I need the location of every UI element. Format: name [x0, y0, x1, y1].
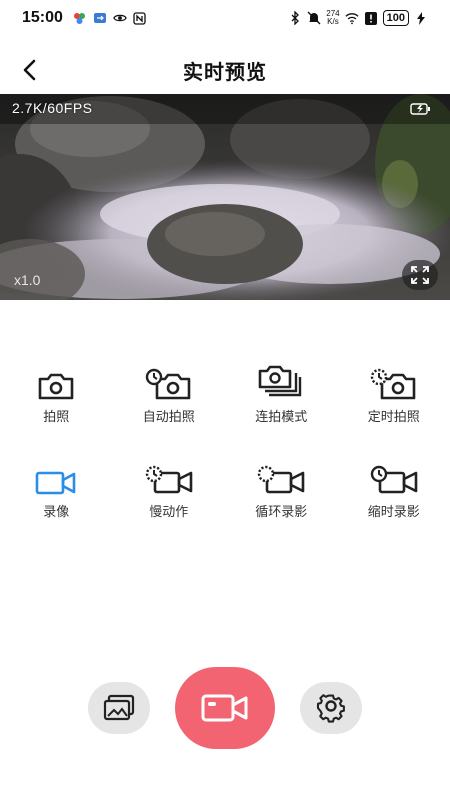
- mode-label: 录像: [43, 504, 70, 519]
- mode-timer-photo[interactable]: 定时拍照: [338, 360, 450, 425]
- video-camera-icon: [201, 694, 248, 722]
- status-time: 15:00: [22, 9, 63, 26]
- usb-icon: [93, 11, 107, 25]
- chevron-left-icon: [23, 59, 36, 81]
- camera-icon: [29, 360, 83, 400]
- fullscreen-button[interactable]: [402, 260, 438, 290]
- mode-auto-photo[interactable]: 自动拍照: [113, 360, 226, 425]
- burst-camera-icon: [254, 360, 308, 400]
- shooting-mode-grid: 拍照 自动拍照 连拍模式 定时拍照 录像 慢动作 循环录影 缩时录影: [0, 360, 450, 520]
- status-bar: 15:00 274 K/s 100: [0, 0, 450, 36]
- preview-frame-image: [0, 94, 450, 300]
- wifi-icon: [345, 11, 359, 25]
- resolution-fps-label: 2.7K/60FPS: [12, 100, 93, 116]
- record-button[interactable]: [175, 667, 275, 749]
- app-notification-icon: [73, 11, 87, 25]
- alert-icon: [364, 11, 378, 25]
- mode-timelapse[interactable]: 缩时录影: [338, 455, 450, 520]
- mode-photo[interactable]: 拍照: [0, 360, 113, 425]
- charging-bolt-icon: [414, 11, 428, 25]
- gallery-button[interactable]: [88, 682, 150, 734]
- mode-label: 拍照: [43, 409, 70, 424]
- timer-camera-icon: [367, 360, 421, 400]
- mode-label: 定时拍照: [367, 409, 420, 424]
- timelapse-video-icon: [367, 455, 421, 495]
- mode-slow-motion[interactable]: 慢动作: [113, 455, 226, 520]
- back-button[interactable]: [14, 54, 46, 86]
- mode-loop-recording[interactable]: 循环录影: [225, 455, 338, 520]
- page-title: 实时预览: [183, 61, 267, 84]
- zoom-level: x1.0: [14, 272, 41, 288]
- mode-label: 慢动作: [149, 504, 189, 519]
- camera-battery-charging-icon: [410, 102, 432, 120]
- gallery-icon: [103, 694, 135, 721]
- gear-icon: [316, 694, 345, 723]
- bluetooth-icon: [288, 11, 302, 25]
- battery-indicator: 100: [382, 10, 409, 26]
- mode-label: 自动拍照: [142, 409, 195, 424]
- auto-camera-icon: [142, 360, 196, 400]
- mode-label: 连拍模式: [255, 409, 308, 424]
- mode-label: 循环录影: [255, 504, 308, 519]
- photo-modes-row: 拍照 自动拍照 连拍模式 定时拍照: [0, 360, 450, 425]
- mode-video[interactable]: 录像: [0, 455, 113, 520]
- mute-bell-icon: [307, 11, 321, 25]
- bottom-controls: [0, 667, 450, 749]
- mode-label: 缩时录影: [367, 504, 420, 519]
- slow-motion-video-icon: [142, 455, 196, 495]
- video-icon: [29, 455, 83, 495]
- expand-icon: [411, 266, 429, 284]
- settings-button[interactable]: [300, 682, 362, 734]
- mode-burst[interactable]: 连拍模式: [225, 360, 338, 425]
- eye-icon: [113, 11, 127, 25]
- network-speed: 274 K/s: [326, 9, 340, 26]
- live-preview[interactable]: 2.7K/60FPS x1.0: [0, 94, 450, 300]
- loop-video-icon: [254, 455, 308, 495]
- nfc-icon: [133, 11, 147, 25]
- top-app-bar: 实时预览: [0, 48, 450, 92]
- video-modes-row: 录像 慢动作 循环录影 缩时录影: [0, 455, 450, 520]
